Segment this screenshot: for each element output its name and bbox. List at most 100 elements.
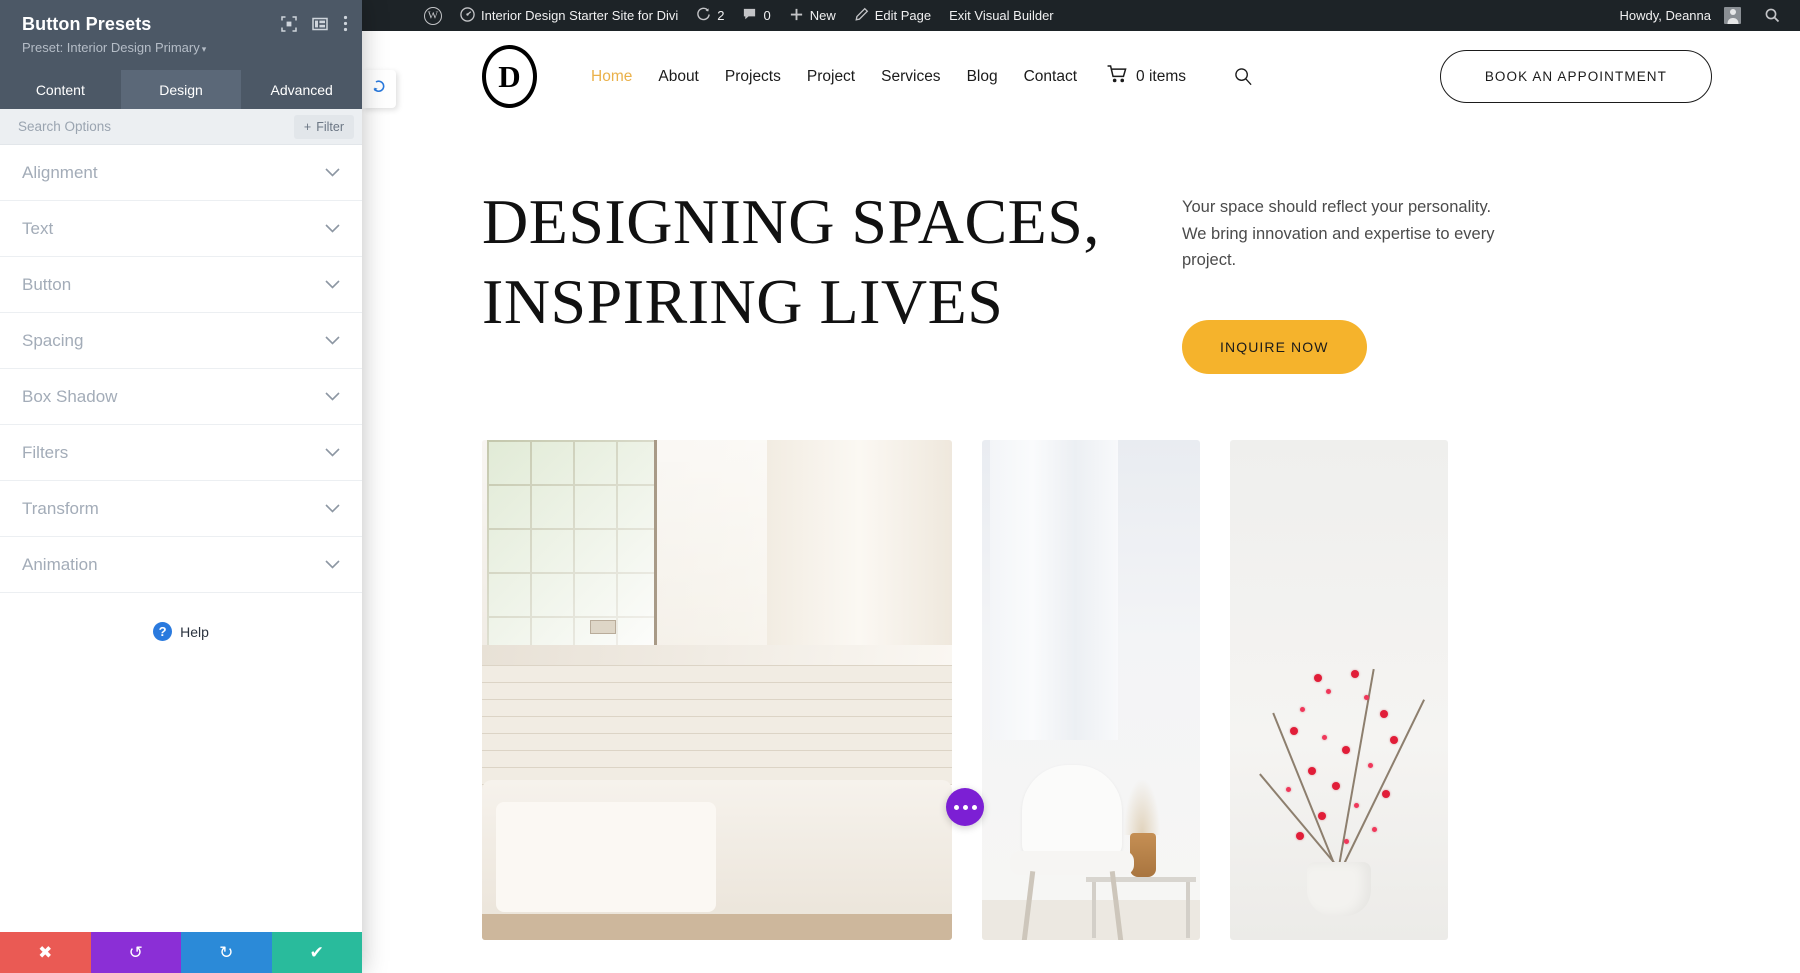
search-icon <box>1764 7 1780 25</box>
chevron-down-icon <box>325 557 340 572</box>
wordpress-logo-menu[interactable] <box>415 0 451 31</box>
avatar <box>1724 7 1741 24</box>
curtain-detail <box>767 440 952 656</box>
more-vertical-icon[interactable] <box>343 15 348 32</box>
nav-item-services[interactable]: Services <box>881 68 940 86</box>
exit-visual-builder[interactable]: Exit Visual Builder <box>940 0 1063 31</box>
site-search-button[interactable] <box>1234 67 1253 86</box>
site-logo[interactable]: D <box>482 45 537 108</box>
nav-item-projects[interactable]: Projects <box>725 68 781 86</box>
site-header: D Home About Projects Project Services B… <box>362 31 1800 122</box>
redo-button[interactable]: ↻ <box>181 932 272 973</box>
section-alignment[interactable]: Alignment <box>0 145 362 201</box>
gallery-image-1[interactable] <box>482 440 952 941</box>
chair-leg-2 <box>1109 871 1124 941</box>
dot-1 <box>953 804 959 810</box>
panel-resize-handle[interactable] <box>362 70 396 108</box>
berry <box>1390 736 1398 745</box>
berry <box>1344 839 1349 845</box>
berry <box>1382 790 1390 799</box>
panel-options-list: Alignment Text Button Spacing Box Shadow… <box>0 145 362 932</box>
chair-and-vase-image <box>982 440 1200 941</box>
chevron-down-icon <box>325 389 340 404</box>
window-detail <box>487 440 657 661</box>
section-button[interactable]: Button <box>0 257 362 313</box>
section-box-shadow-label: Box Shadow <box>22 386 118 406</box>
book-appointment-button[interactable]: BOOK AN APPOINTMENT <box>1439 50 1712 103</box>
panel-header: Button Presets Preset: Interior Design P… <box>0 0 362 70</box>
search-input[interactable] <box>18 119 294 134</box>
updates-menu[interactable]: 2 <box>687 0 733 31</box>
screen-root: Interior Design Starter Site for Divi 2 … <box>0 0 1800 973</box>
panel-header-icons <box>281 15 348 32</box>
edit-page-label: Edit Page <box>874 8 932 23</box>
comment-icon <box>742 7 757 24</box>
plus-icon <box>789 7 804 24</box>
new-label: New <box>809 8 836 23</box>
help-button[interactable]: ? Help <box>0 622 362 641</box>
pencil-icon <box>854 7 869 24</box>
nav-item-about[interactable]: About <box>658 68 699 86</box>
chair-backrest <box>1022 765 1122 858</box>
layout-icon[interactable] <box>312 16 328 32</box>
tab-advanced[interactable]: Advanced <box>241 70 362 109</box>
white-vase-detail <box>1307 862 1371 917</box>
comments-menu[interactable]: 0 <box>733 0 779 31</box>
updates-count: 2 <box>717 8 725 23</box>
section-text[interactable]: Text <box>0 201 362 257</box>
chevron-down-icon <box>325 277 340 292</box>
site-name-menu[interactable]: Interior Design Starter Site for Divi <box>451 0 687 31</box>
new-content-menu[interactable]: New <box>780 0 845 31</box>
gallery-image-2[interactable] <box>982 440 1200 941</box>
berry <box>1318 812 1326 821</box>
admin-search-button[interactable] <box>1750 7 1792 25</box>
filter-button[interactable]: + Filter <box>293 114 354 139</box>
berry <box>1286 787 1291 793</box>
section-filters[interactable]: Filters <box>0 425 362 481</box>
section-spacing[interactable]: Spacing <box>0 313 362 369</box>
save-changes-button[interactable]: ✔ <box>271 932 362 973</box>
table-leg-right <box>1186 882 1190 939</box>
undo-button[interactable]: ↺ <box>90 932 181 973</box>
admin-bar-right-group: Howdy, Deanna <box>1610 0 1800 31</box>
rotate-handle-icon <box>371 79 387 100</box>
wall-switch-detail <box>590 620 616 635</box>
nav-item-blog[interactable]: Blog <box>967 68 998 86</box>
chevron-down-icon <box>325 165 340 180</box>
inquire-now-button[interactable]: INQUIRE NOW <box>1182 320 1367 375</box>
red-blossom-branches-image <box>1230 440 1448 941</box>
section-animation-label: Animation <box>22 554 98 574</box>
gallery-image-3[interactable] <box>1230 440 1448 941</box>
berry <box>1351 670 1359 679</box>
section-transform-label: Transform <box>22 498 99 518</box>
hero-paragraph: Your space should reflect your personali… <box>1182 198 1495 270</box>
berry <box>1332 782 1340 791</box>
berry <box>1368 763 1373 769</box>
nav-item-home[interactable]: Home <box>591 68 632 86</box>
expand-icon[interactable] <box>281 15 297 32</box>
plus-icon: + <box>303 119 312 134</box>
section-spacing-label: Spacing <box>22 330 84 350</box>
dot-3 <box>971 804 977 810</box>
hero-section: DESIGNING SPACES, INSPIRING LIVES Your s… <box>362 122 1800 375</box>
section-animation[interactable]: Animation <box>0 537 362 593</box>
question-mark-icon: ? <box>153 622 173 641</box>
discard-changes-button[interactable]: ✖ <box>0 932 91 973</box>
cart-link[interactable]: 0 items <box>1107 65 1186 88</box>
branch-4 <box>1259 773 1338 867</box>
page-settings-fab[interactable] <box>946 788 984 826</box>
panel-preset-selector[interactable]: Preset: Interior Design Primary ▾ <box>22 40 346 55</box>
section-transform[interactable]: Transform <box>0 481 362 537</box>
nav-item-project[interactable]: Project <box>807 68 855 86</box>
brick-wall-detail <box>482 665 952 786</box>
edit-page-menu[interactable]: Edit Page <box>845 0 940 31</box>
section-box-shadow[interactable]: Box Shadow <box>0 369 362 425</box>
filter-label: Filter <box>316 119 344 134</box>
tab-content[interactable]: Content <box>0 70 121 109</box>
tab-design[interactable]: Design <box>120 70 242 109</box>
my-account-menu[interactable]: Howdy, Deanna <box>1610 0 1750 31</box>
nav-item-contact[interactable]: Contact <box>1024 68 1077 86</box>
wordpress-logo-icon <box>424 6 442 25</box>
white-chair-detail <box>1010 765 1136 941</box>
dashboard-icon <box>460 7 475 24</box>
